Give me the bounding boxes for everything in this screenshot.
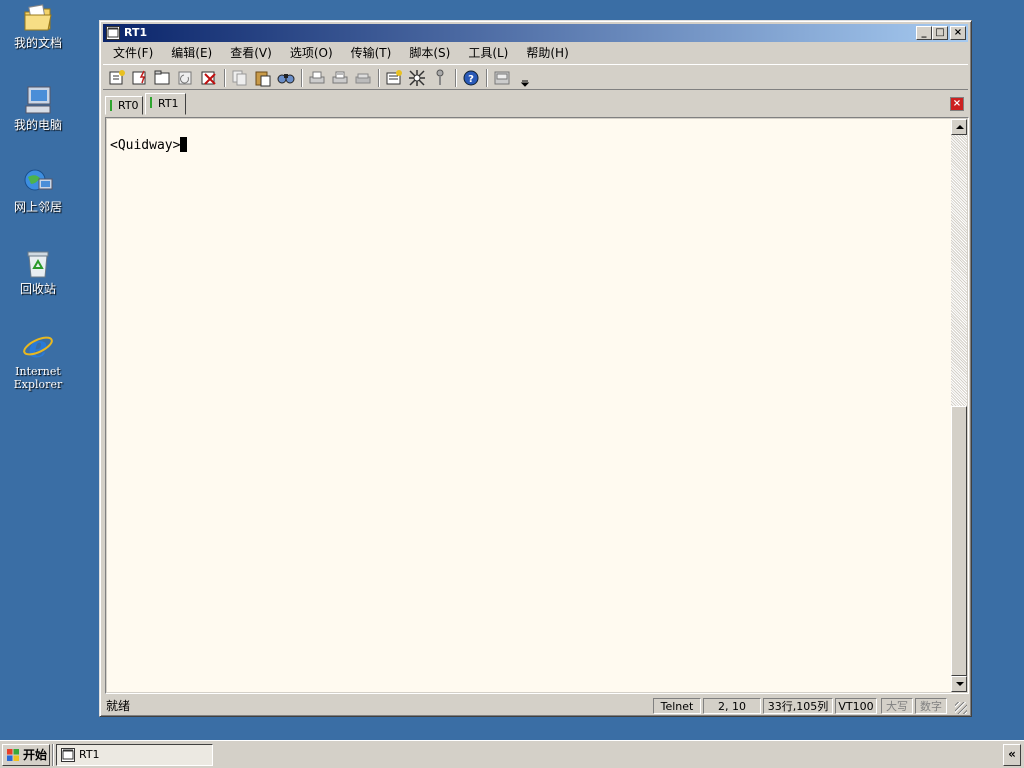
- session-options-icon[interactable]: [384, 68, 404, 88]
- title-bar[interactable]: RT1 _ □ ×: [103, 24, 968, 42]
- securecrt-window: RT1 _ □ × 文件(F) 编辑(E) 查看(V) 选项(O) 传输(T) …: [99, 20, 972, 717]
- desktop-icon-recycle-bin[interactable]: 回收站: [0, 248, 76, 296]
- maximize-button[interactable]: □: [932, 26, 948, 40]
- scroll-up-button[interactable]: [951, 119, 967, 135]
- taskbar: 开始 RT1 «: [0, 740, 1024, 768]
- my-computer-icon: [22, 84, 54, 116]
- terminal-output[interactable]: <Quidway>: [107, 119, 952, 692]
- keymap-icon[interactable]: [430, 68, 450, 88]
- internet-explorer-icon: e: [22, 330, 54, 365]
- status-num-lock: 数字: [915, 698, 947, 714]
- status-protocol: Telnet: [653, 698, 701, 714]
- close-tab-icon[interactable]: ×: [950, 97, 964, 111]
- find-icon[interactable]: [276, 68, 296, 88]
- menu-options[interactable]: 选项(O): [282, 44, 341, 62]
- arrow-down-icon: [956, 682, 964, 686]
- menu-file[interactable]: 文件(F): [105, 44, 161, 62]
- toolbar-separator: [224, 69, 226, 87]
- menu-bar: 文件(F) 编辑(E) 查看(V) 选项(O) 传输(T) 脚本(S) 工具(L…: [103, 43, 968, 63]
- minimize-button[interactable]: _: [916, 26, 932, 40]
- taskbar-item-label: RT1: [79, 748, 100, 761]
- status-cursor-position: 2, 10: [703, 698, 761, 714]
- quick-connect-icon[interactable]: [130, 68, 150, 88]
- terminal-line: <Quidway>: [110, 137, 188, 153]
- desktop-icon-label: 我的文档: [13, 36, 62, 50]
- desktop-icon-label: 我的电脑: [13, 118, 62, 132]
- app-icon: [106, 26, 120, 40]
- desktop-icon-network-places[interactable]: 网上邻居: [0, 166, 76, 214]
- menu-transfer[interactable]: 传输(T): [343, 44, 400, 62]
- vertical-scrollbar[interactable]: [951, 119, 967, 692]
- paste-icon[interactable]: [253, 68, 273, 88]
- copy-icon[interactable]: [230, 68, 250, 88]
- desktop-icon-my-computer[interactable]: 我的电脑: [0, 84, 76, 132]
- desktop-icon-label: 网上邻居: [13, 200, 62, 214]
- toolbar: ?: [103, 64, 968, 90]
- text-cursor: [180, 137, 188, 152]
- svg-text:e: e: [28, 330, 47, 362]
- session-tabs: RT0 RT1 ×: [103, 92, 968, 116]
- sftp-icon[interactable]: [492, 68, 512, 88]
- scroll-down-button[interactable]: [951, 676, 967, 692]
- connect-in-tab-icon[interactable]: [153, 68, 173, 88]
- start-label: 开始: [23, 748, 48, 762]
- print-setup-icon[interactable]: [353, 68, 373, 88]
- window-title: RT1: [124, 26, 148, 39]
- close-button[interactable]: ×: [950, 26, 966, 40]
- resize-grip[interactable]: [955, 702, 967, 714]
- menu-edit[interactable]: 编辑(E): [163, 44, 220, 62]
- toolbar-separator: [378, 69, 380, 87]
- terminal-frame: <Quidway>: [105, 117, 969, 694]
- status-ready-text: 就绪: [106, 699, 131, 713]
- status-terminal-size: 33行,105列: [763, 698, 833, 714]
- windows-flag-icon: [7, 749, 19, 761]
- print-selection-icon[interactable]: [330, 68, 350, 88]
- my-documents-icon: [22, 2, 54, 34]
- taskbar-item-rt1[interactable]: RT1: [56, 744, 213, 766]
- recycle-bin-icon: [22, 248, 54, 280]
- tab-label: RT0: [118, 99, 139, 112]
- arrow-up-icon: [956, 125, 964, 129]
- menu-tools[interactable]: 工具(L): [460, 44, 516, 62]
- status-bar: 就绪 Telnet 2, 10 33行,105列 VT100 大写 数字: [103, 697, 968, 715]
- app-icon: [61, 748, 75, 762]
- tab-rt0[interactable]: RT0: [105, 96, 143, 115]
- svg-text:?: ?: [468, 74, 474, 85]
- scroll-thumb[interactable]: [951, 406, 967, 676]
- toolbar-separator: [486, 69, 488, 87]
- disconnect-icon[interactable]: [199, 68, 219, 88]
- desktop-icon-my-documents[interactable]: 我的文档: [0, 2, 76, 50]
- network-places-icon: [22, 166, 54, 198]
- taskbar-separator: [52, 744, 54, 766]
- scroll-track[interactable]: [951, 135, 967, 406]
- status-caps-lock: 大写: [881, 698, 913, 714]
- prompt-text: <Quidway>: [110, 138, 181, 153]
- toolbar-dropdown-icon[interactable]: [515, 68, 530, 88]
- help-icon[interactable]: ?: [461, 68, 481, 88]
- menu-help[interactable]: 帮助(H): [518, 44, 576, 62]
- tab-label: RT1: [158, 97, 179, 110]
- tab-status-marker: [110, 100, 112, 111]
- desktop-icon-label: Internet Explorer: [13, 365, 63, 391]
- menu-view[interactable]: 查看(V): [222, 44, 280, 62]
- menu-script[interactable]: 脚本(S): [401, 44, 458, 62]
- reconnect-icon[interactable]: [176, 68, 196, 88]
- toolbar-separator: [301, 69, 303, 87]
- tray-expand-button[interactable]: «: [1003, 744, 1021, 766]
- desktop-icon-internet-explorer[interactable]: e Internet Explorer: [0, 330, 76, 391]
- tab-status-marker: [150, 97, 152, 108]
- toolbar-separator: [455, 69, 457, 87]
- desktop-icon-label: 回收站: [19, 282, 56, 296]
- global-options-icon[interactable]: [407, 68, 427, 88]
- status-emulation: VT100: [835, 698, 877, 714]
- print-icon[interactable]: [307, 68, 327, 88]
- start-button[interactable]: 开始: [2, 744, 50, 766]
- connect-icon[interactable]: [107, 68, 127, 88]
- tab-rt1[interactable]: RT1: [145, 93, 186, 115]
